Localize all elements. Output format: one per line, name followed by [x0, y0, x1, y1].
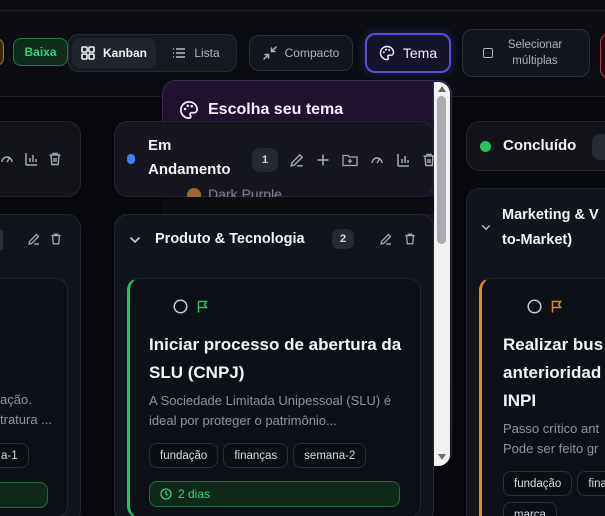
complete-circle-icon[interactable]	[173, 299, 188, 314]
checkbox-icon	[483, 48, 493, 58]
kanban-label: Kanban	[102, 46, 147, 60]
group-product-tech-actions	[380, 233, 416, 245]
task-description-slu: A Sociedade Limitada Unipessoal (SLU) é …	[149, 393, 392, 428]
task-tags-slu: fundação finanças semana-2	[149, 443, 371, 468]
task-title-inpi-line3: INPI	[503, 391, 537, 410]
priority-flag-icon	[551, 300, 563, 313]
task-left-desc-line2: tratura ...	[0, 412, 53, 427]
theme-label: Tema	[402, 45, 438, 61]
priority-filter-low[interactable]: Baixa	[13, 38, 68, 66]
theme-picker-title: Escolha seu tema	[208, 101, 344, 118]
scroll-down-arrow-icon[interactable]	[438, 454, 446, 460]
task-left-tags: a-1	[0, 443, 34, 468]
task-left-description: ação. tratura ...	[0, 390, 70, 430]
task-time-chip-slu: 2 dias	[149, 481, 400, 507]
collapse-arrows-icon	[262, 46, 277, 60]
column-title-in-progress: Em Andamento	[148, 137, 231, 178]
scroll-up-arrow-icon[interactable]	[438, 86, 446, 92]
tag-semana-2[interactable]: semana-2	[293, 443, 367, 468]
task-count-badge: 1	[252, 148, 278, 172]
priority-low-label: Baixa	[24, 45, 57, 59]
task-count-badge	[592, 134, 605, 160]
palette-icon	[179, 100, 199, 120]
chevron-down-icon[interactable]	[129, 236, 141, 244]
theme-picker-scrollbar[interactable]	[434, 82, 450, 466]
tag-fundacao[interactable]: fundação	[149, 443, 219, 468]
kanban-grid-icon	[81, 46, 95, 60]
edit-pencil-icon[interactable]	[28, 233, 40, 245]
column-in-progress-actions: 1	[252, 148, 436, 172]
column-title-done: Concluído	[503, 137, 577, 154]
task-left-desc-line1: ação.	[0, 392, 32, 407]
task-tags-inpi-row2: marca	[503, 502, 562, 516]
folder-plus-icon[interactable]	[342, 153, 358, 167]
view-list-button[interactable]: Lista	[160, 38, 232, 68]
tag[interactable]: a-1	[0, 443, 29, 468]
column-gap	[162, 197, 434, 214]
tag-financas[interactable]: finanças	[223, 443, 289, 468]
group-title-marketing: Marketing & V to-Market)	[502, 203, 599, 253]
trash-icon[interactable]	[404, 233, 416, 245]
select-multiple-label: Selecionar múltiplas	[507, 39, 563, 67]
clear-filters-button[interactable]	[600, 33, 605, 79]
group-title-marketing-line2: to-Market)	[502, 232, 573, 248]
compact-label: Compacto	[284, 46, 340, 60]
theme-button[interactable]: Tema	[365, 33, 451, 73]
clock-icon	[160, 488, 172, 500]
group-count-badge: 2	[332, 229, 354, 249]
priority-flag-icon	[197, 300, 209, 313]
gauge-icon[interactable]	[370, 153, 384, 167]
edit-pencil-icon[interactable]	[290, 153, 304, 167]
kanban-board: Baixa Kanban Lista Compacto Tema Selecio…	[0, 0, 605, 516]
task-inpi-desc-line1: Passo crítico ant	[503, 421, 600, 436]
scroll-thumb[interactable]	[437, 96, 446, 244]
task-title-slu: Iniciar processo de abertura da SLU (CNP…	[149, 335, 402, 382]
view-kanban-button[interactable]: Kanban	[72, 38, 156, 68]
chevron-down-icon[interactable]	[481, 224, 491, 231]
group-left-count-edge	[0, 230, 3, 250]
task-tags-inpi: fundação fina	[503, 471, 605, 496]
tag-marca[interactable]: marca	[503, 502, 557, 516]
theme-option-dark-purple[interactable]: Dark Purple	[208, 186, 282, 197]
compact-toggle-button[interactable]: Compacto	[249, 35, 353, 71]
trash-icon[interactable]	[50, 233, 62, 245]
plus-icon[interactable]	[316, 153, 330, 167]
task-title-inpi: Realizar bus anterioridad INPI	[503, 331, 603, 415]
list-icon	[172, 47, 186, 59]
trash-icon[interactable]	[48, 152, 62, 166]
tag-fundacao[interactable]: fundação	[503, 471, 573, 496]
group-title-product-tech: Produto & Tecnologia	[155, 231, 305, 247]
task-inpi-desc-line2: Pode ser feito gr	[503, 441, 599, 456]
complete-circle-icon[interactable]	[527, 299, 542, 314]
status-dot-done	[480, 141, 491, 152]
edit-pencil-icon[interactable]	[380, 233, 392, 245]
task-description-inpi: Passo crítico ant Pode ser feito gr	[503, 419, 599, 459]
bar-chart-icon[interactable]	[396, 153, 410, 167]
group-title-marketing-line1: Marketing & V	[502, 207, 599, 223]
select-multiple-button[interactable]: Selecionar múltiplas	[462, 29, 590, 77]
group-left-actions	[28, 233, 62, 245]
task-title-inpi-line2: anterioridad	[503, 363, 602, 382]
list-label: Lista	[194, 46, 220, 60]
tag-financas[interactable]: fina	[577, 471, 605, 496]
gauge-icon[interactable]	[0, 152, 14, 166]
task-time-label: 2 dias	[178, 487, 211, 501]
task-left-time-chip	[0, 482, 48, 508]
task-title-inpi-line1: Realizar bus	[503, 335, 604, 354]
column-left-actions	[0, 152, 62, 166]
status-dot-in-progress	[127, 154, 135, 164]
bar-chart-icon[interactable]	[24, 152, 38, 166]
palette-icon	[379, 45, 395, 61]
